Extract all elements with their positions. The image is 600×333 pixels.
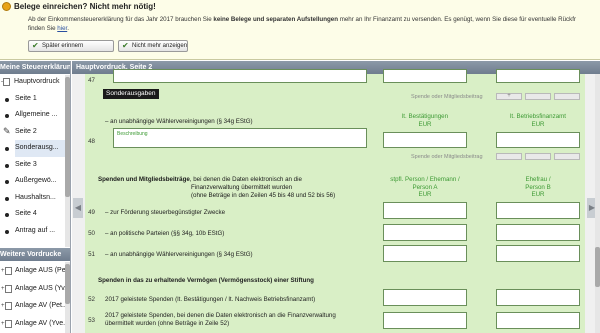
- vermoegen-section-title: Spenden in das zu erhaltende Vermögen (V…: [98, 277, 314, 284]
- sidebar-scrollbar[interactable]: [65, 75, 70, 247]
- document-icon: [3, 78, 10, 86]
- amount-field-52b[interactable]: [496, 289, 580, 306]
- spende-label: Spende oder Mitgliedsbeitrag: [411, 94, 483, 100]
- row-number: 48: [88, 138, 95, 145]
- row-number: 51: [88, 251, 95, 258]
- document-icon: [5, 267, 12, 275]
- tree-item-seite-1[interactable]: Seite 1: [0, 91, 70, 108]
- notice-link[interactable]: hier: [57, 25, 67, 32]
- dont-show-again-button[interactable]: ✔ Nicht mehr anzeigen: [118, 40, 188, 52]
- tree-item-aussergewoehnliche[interactable]: Außergewö...: [0, 173, 70, 190]
- document-icon: [5, 319, 12, 328]
- bullet-icon: [5, 147, 9, 151]
- expand-icon[interactable]: +: [1, 268, 5, 274]
- amount-field-51b[interactable]: [496, 245, 580, 262]
- amount-field-52a[interactable]: [383, 289, 467, 306]
- main-scrollbar[interactable]: [595, 74, 600, 333]
- col-header-betriebsfinanzamt: lt. Betriebsfinanzamt EUR: [509, 113, 567, 128]
- tree-item-sonderausgaben[interactable]: Sonderausg...: [0, 140, 70, 157]
- add-entry-button-2[interactable]: [496, 153, 522, 160]
- amount-field-49a[interactable]: [383, 202, 467, 219]
- tree-item-seite-4[interactable]: Seite 4: [0, 206, 70, 223]
- spenden-section-title: Spenden und Mitgliedsbeiträge, bei denen…: [98, 176, 336, 199]
- add-entry-button[interactable]: +: [496, 93, 522, 100]
- amount-field-53a[interactable]: [383, 312, 467, 329]
- document-icon: [5, 302, 12, 310]
- entry-button-5[interactable]: [554, 153, 580, 160]
- row-50-label: – an politische Parteien (§§ 34g, 10b ES…: [105, 230, 225, 237]
- expand-icon[interactable]: +: [1, 321, 5, 327]
- main-scroll-thumb[interactable]: [595, 247, 600, 287]
- spende-label: Spende oder Mitgliedsbeitrag: [411, 154, 483, 160]
- amount-field-49b[interactable]: [496, 202, 580, 219]
- tree-item-antrag[interactable]: Antrag auf ...: [0, 223, 70, 240]
- expand-icon[interactable]: +: [1, 303, 5, 309]
- annex-scrollbar[interactable]: [65, 262, 70, 333]
- expand-icon[interactable]: +: [1, 286, 5, 292]
- annex-item[interactable]: + Anlage AV (Yve...: [0, 315, 70, 333]
- amount-field-50b[interactable]: [496, 224, 580, 241]
- entry-button-2[interactable]: [525, 93, 551, 100]
- info-icon: [2, 2, 11, 11]
- tree-item-hauptvordruck[interactable]: – Hauptvordruck: [0, 74, 70, 91]
- amount-field-47a[interactable]: [383, 69, 467, 83]
- amount-field-51a[interactable]: [383, 245, 467, 262]
- annex-list: + Anlage AUS (Pe... + Anlage AUS (Yv... …: [0, 262, 70, 333]
- bullet-icon: [5, 180, 9, 184]
- row-49-label: – zur Förderung steuerbegünstigter Zweck…: [105, 209, 226, 216]
- notice-text: Ab der Einkommensteuererklärung für das …: [28, 16, 576, 32]
- col-header-bestaetigungen: lt. Bestätigungen EUR: [401, 113, 449, 128]
- check-icon: ✔: [32, 41, 39, 50]
- row-number: 53: [88, 317, 95, 324]
- amount-field-53b[interactable]: [496, 312, 580, 329]
- main-panel: Hauptvordruck, Seite 2 ◀ ▶ 47 Sonderausg…: [72, 61, 600, 333]
- entry-button-3[interactable]: [554, 93, 580, 100]
- document-icon: [5, 284, 12, 293]
- form-page: 47 Sonderausgaben Spende oder Mitgliedsb…: [85, 69, 585, 333]
- sidebar-scroll-thumb[interactable]: [65, 77, 70, 197]
- annex-scroll-thumb[interactable]: [65, 264, 70, 304]
- sidebar-header-weitere: Weitere Vordrucke: [0, 248, 70, 261]
- sidebar: Meine Steuererklärung – Hauptvordruck Se…: [0, 61, 71, 333]
- entry-button-4[interactable]: [525, 153, 551, 160]
- amount-field-48a[interactable]: [383, 132, 467, 148]
- tree-item-seite-3[interactable]: Seite 3: [0, 157, 70, 174]
- amount-field-48b[interactable]: [496, 132, 580, 148]
- tree-item-allgemeine[interactable]: Allgemeine ...: [0, 107, 70, 124]
- bullet-icon: [5, 97, 9, 102]
- notice-title: Belege einreichen? Nicht mehr nötig!: [14, 2, 156, 11]
- tree-item-seite-2[interactable]: ✎ Seite 2: [0, 124, 70, 141]
- field-hint: Beschreibung: [117, 131, 148, 137]
- col-header-person-a: stpfl. Person / Ehemann / Person A EUR: [390, 176, 460, 198]
- bullet-icon: [5, 229, 9, 234]
- amount-field-47b[interactable]: [496, 69, 580, 83]
- row-number: 47: [88, 77, 95, 84]
- bullet-icon: [5, 163, 9, 168]
- description-field-48[interactable]: Beschreibung: [113, 128, 367, 148]
- waehler-label-48: – an unabhängige Wählervereinigungen (§ …: [105, 118, 253, 125]
- remind-later-button[interactable]: ✔ Später erinnern: [28, 40, 114, 52]
- tree-item-haushaltsnahe[interactable]: Haushaltsn...: [0, 190, 70, 207]
- row-number: 49: [88, 209, 95, 216]
- bullet-icon: [5, 196, 9, 201]
- annex-item[interactable]: + Anlage AUS (Pe...: [0, 262, 70, 280]
- annex-item[interactable]: + Anlage AV (Pet...: [0, 297, 70, 315]
- form-tree: – Hauptvordruck Seite 1 Allgemeine ... ✎…: [0, 74, 70, 239]
- row-53-label: 2017 geleistete Spenden, bei denen die D…: [105, 312, 336, 327]
- row-51-label: – an unabhängige Wählervereinigungen (§ …: [105, 251, 253, 258]
- col-header-person-b: Ehefrau / Person B EUR: [525, 176, 551, 198]
- description-field-47[interactable]: [113, 69, 367, 83]
- row-52-label: 2017 geleistete Spenden (lt. Bestätigung…: [105, 296, 316, 303]
- sidebar-header: Meine Steuererklärung: [0, 61, 70, 74]
- amount-field-50a[interactable]: [383, 224, 467, 241]
- bullet-icon: [5, 114, 9, 118]
- bullet-icon: [5, 213, 9, 217]
- tooltip-sonderausgaben: Sonderausgaben: [103, 89, 159, 99]
- annex-item[interactable]: + Anlage AUS (Yv...: [0, 280, 70, 298]
- check-icon: ✔: [122, 41, 129, 50]
- row-number: 50: [88, 230, 95, 237]
- row-number: 52: [88, 296, 95, 303]
- notice-bar: Belege einreichen? Nicht mehr nötig! Ab …: [0, 0, 600, 60]
- pencil-icon: ✎: [3, 125, 11, 136]
